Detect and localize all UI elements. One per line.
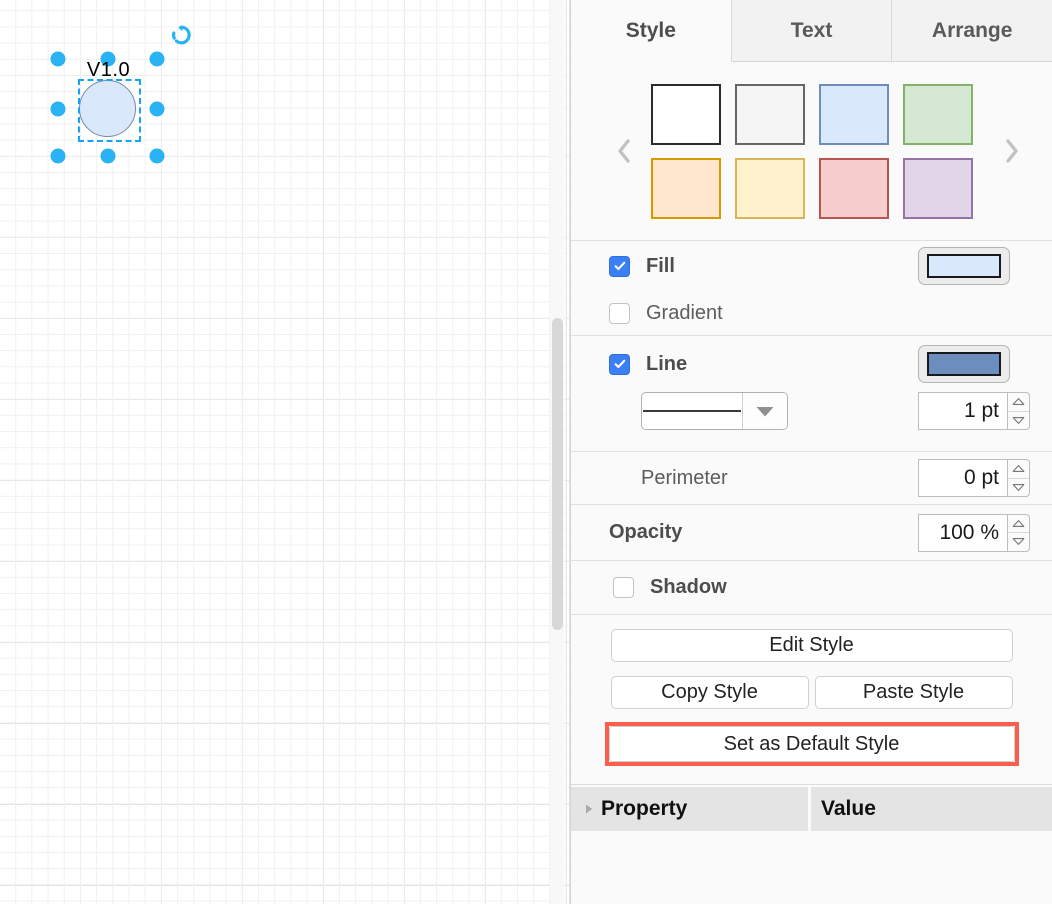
- line-width-decrement[interactable]: [1008, 412, 1029, 430]
- opacity-section: Opacity 100 %: [571, 505, 1052, 561]
- line-style-select[interactable]: [641, 392, 788, 430]
- rotate-icon[interactable]: [170, 24, 192, 46]
- resize-handle-se[interactable]: [150, 149, 165, 164]
- line-width-increment[interactable]: [1008, 393, 1029, 412]
- canvas-scrollbar-thumb[interactable]: [552, 318, 563, 630]
- shape-label: V1.0: [87, 59, 130, 82]
- property-column-label: Property: [601, 797, 687, 821]
- copy-style-button[interactable]: Copy Style: [611, 676, 809, 709]
- set-as-default-style-button[interactable]: Set as Default Style: [609, 726, 1015, 762]
- property-column-header[interactable]: Property: [571, 787, 811, 831]
- shadow-checkbox[interactable]: [613, 577, 634, 598]
- tab-arrange[interactable]: Arrange: [892, 0, 1052, 62]
- style-swatch-red[interactable]: [819, 158, 889, 219]
- line-width-stepper[interactable]: 1 pt: [918, 392, 1030, 430]
- style-swatch-white[interactable]: [651, 84, 721, 145]
- fill-color-swatch: [927, 254, 1001, 278]
- perimeter-increment[interactable]: [1008, 460, 1029, 479]
- fill-checkbox[interactable]: [609, 256, 630, 277]
- panel-tabs: Style Text Arrange: [571, 0, 1052, 62]
- tab-style[interactable]: Style: [571, 0, 732, 62]
- opacity-stepper[interactable]: 100 %: [918, 514, 1030, 552]
- diagram-canvas[interactable]: V1.0: [0, 0, 570, 904]
- line-width-value[interactable]: 1 pt: [918, 392, 1008, 430]
- opacity-value[interactable]: 100 %: [918, 514, 1008, 552]
- gradient-row: Gradient: [571, 291, 1052, 335]
- perimeter-decrement[interactable]: [1008, 479, 1029, 497]
- triangle-down-icon[interactable]: [742, 393, 787, 429]
- line-color-button[interactable]: [918, 345, 1010, 383]
- perimeter-value[interactable]: 0 pt: [918, 459, 1008, 497]
- paste-style-button[interactable]: Paste Style: [815, 676, 1013, 709]
- resize-handle-nw[interactable]: [51, 52, 66, 67]
- set-default-style-highlight: Set as Default Style: [605, 722, 1019, 766]
- gradient-checkbox[interactable]: [609, 303, 630, 324]
- edit-style-button[interactable]: Edit Style: [611, 629, 1013, 662]
- line-label: Line: [646, 353, 687, 376]
- perimeter-stepper-buttons[interactable]: [1008, 459, 1030, 497]
- resize-handle-e[interactable]: [150, 102, 165, 117]
- line-checkbox[interactable]: [609, 354, 630, 375]
- shadow-label: Shadow: [650, 576, 727, 599]
- perimeter-row: Perimeter 0 pt: [571, 452, 1052, 504]
- opacity-row: Opacity 100 %: [571, 505, 1052, 560]
- line-color-swatch: [927, 352, 1001, 376]
- fill-row: Fill: [571, 241, 1052, 291]
- ellipse-shape[interactable]: [79, 80, 136, 137]
- perimeter-section: Perimeter 0 pt: [571, 452, 1052, 505]
- style-actions-section: Edit Style Copy Style Paste Style Set as…: [571, 615, 1052, 785]
- perimeter-label: Perimeter: [641, 467, 728, 490]
- format-panel: Style Text Arrange: [570, 0, 1052, 904]
- style-palette-section: [571, 62, 1052, 241]
- triangle-right-icon[interactable]: [581, 803, 597, 815]
- app-root: V1.0 Style Text Arrange: [0, 0, 1052, 904]
- resize-handle-w[interactable]: [51, 102, 66, 117]
- style-swatch-grid: [651, 84, 973, 219]
- opacity-decrement[interactable]: [1008, 533, 1029, 551]
- style-swatch-yellow[interactable]: [735, 158, 805, 219]
- line-width-stepper-buttons[interactable]: [1008, 392, 1030, 430]
- canvas-vertical-scrollbar[interactable]: [550, 0, 564, 904]
- opacity-label: Opacity: [609, 521, 682, 544]
- style-swatch-light-gray[interactable]: [735, 84, 805, 145]
- tab-text[interactable]: Text: [732, 0, 893, 62]
- resize-handle-ne[interactable]: [150, 52, 165, 67]
- opacity-stepper-buttons[interactable]: [1008, 514, 1030, 552]
- fill-color-button[interactable]: [918, 247, 1010, 285]
- style-swatch-orange[interactable]: [651, 158, 721, 219]
- chevron-right-icon[interactable]: [999, 133, 1025, 169]
- shadow-section: Shadow: [571, 561, 1052, 615]
- perimeter-stepper[interactable]: 0 pt: [918, 459, 1030, 497]
- solid-line-icon: [643, 410, 741, 412]
- property-table-header: Property Value: [571, 785, 1052, 831]
- resize-handle-s[interactable]: [101, 149, 116, 164]
- selected-shape[interactable]: V1.0: [79, 80, 138, 139]
- fill-label: Fill: [646, 255, 675, 278]
- resize-handle-sw[interactable]: [51, 149, 66, 164]
- shadow-row: Shadow: [571, 561, 1052, 614]
- style-swatch-green[interactable]: [903, 84, 973, 145]
- gradient-label: Gradient: [646, 302, 723, 325]
- line-style-row: 1 pt: [571, 392, 1052, 444]
- value-column-label: Value: [821, 797, 876, 821]
- fill-section: Fill Gradient: [571, 241, 1052, 336]
- opacity-increment[interactable]: [1008, 515, 1029, 534]
- line-section: Line 1 pt: [571, 336, 1052, 452]
- copy-paste-button-row: Copy Style Paste Style: [571, 676, 1052, 709]
- style-swatch-blue[interactable]: [819, 84, 889, 145]
- value-column-header[interactable]: Value: [811, 787, 1052, 831]
- chevron-left-icon[interactable]: [611, 133, 637, 169]
- style-swatch-purple[interactable]: [903, 158, 973, 219]
- line-row: Line: [571, 336, 1052, 392]
- line-style-preview: [642, 393, 742, 429]
